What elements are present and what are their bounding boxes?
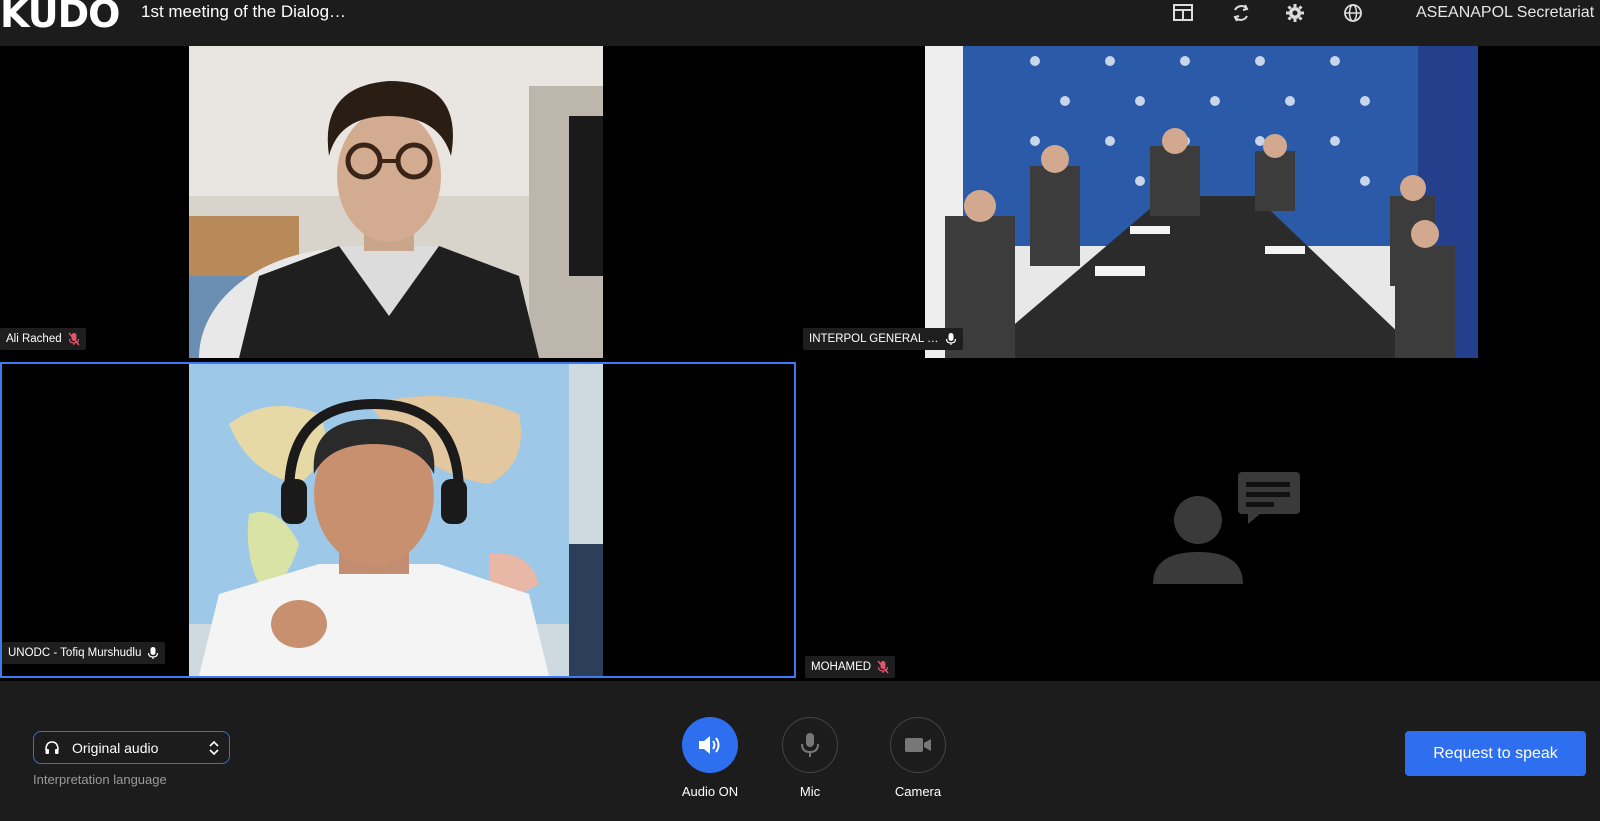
participant-name-tag: Ali Rached — [0, 328, 86, 350]
participant-name: Ali Rached — [6, 333, 62, 345]
kudo-logo: KUDO — [0, 0, 120, 36]
meeting-title: 1st meeting of the Dialog… — [141, 2, 347, 21]
refresh-icon[interactable] — [1230, 2, 1252, 24]
avatar-placeholder-icon — [1153, 472, 1300, 584]
participant-name: INTERPOL GENERAL … — [809, 333, 939, 345]
microphone-icon — [801, 733, 819, 757]
mic-icon — [148, 647, 159, 659]
participant-video — [189, 364, 603, 676]
mic-muted-icon — [68, 332, 80, 346]
headphones-icon — [45, 740, 59, 754]
audio-channel-value: Original audio — [72, 739, 159, 756]
participant-video — [189, 46, 603, 358]
mic-toggle-button[interactable] — [782, 717, 838, 773]
camera-icon — [905, 738, 931, 752]
video-tile-interpol[interactable]: INTERPOL GENERAL … — [800, 46, 1600, 358]
camera-toggle-label: Camera — [894, 784, 942, 799]
participant-name: MOHAMED — [811, 661, 872, 673]
audio-toggle-button[interactable] — [682, 717, 738, 773]
participant-name-tag: INTERPOL GENERAL … — [803, 328, 963, 350]
speaker-icon — [699, 736, 720, 754]
participant-name-tag: MOHAMED — [805, 656, 896, 678]
gear-icon[interactable] — [1284, 2, 1306, 24]
audio-toggle-label: Audio ON — [681, 784, 739, 799]
video-tile-mohamed[interactable]: MOHAMED — [800, 362, 1600, 678]
video-tile-unodc[interactable]: UNODC - Tofiq Murshudlu — [0, 362, 796, 678]
participant-name: UNODC - Tofiq Murshudlu — [8, 647, 142, 659]
participant-name-tag: UNODC - Tofiq Murshudlu — [2, 642, 166, 664]
video-tile-ali-rached[interactable]: Ali Rached — [0, 46, 796, 358]
interpretation-language-label: Interpretation language — [33, 772, 167, 787]
audio-channel-select[interactable]: Original audio — [33, 731, 230, 764]
mic-icon — [945, 333, 956, 345]
globe-icon[interactable] — [1342, 2, 1364, 24]
top-bar: KUDO 1st meeting of the Dialog… ASEANAPO… — [0, 0, 1600, 46]
participant-video — [925, 46, 1478, 358]
chevron-up-down-icon — [209, 740, 219, 755]
layout-icon[interactable] — [1172, 2, 1194, 24]
mic-toggle-label: Mic — [799, 784, 821, 799]
camera-toggle-button[interactable] — [890, 717, 946, 773]
account-name[interactable]: ASEANAPOL Secretariat — [1416, 4, 1594, 22]
request-to-speak-button[interactable]: Request to speak — [1405, 731, 1586, 776]
mic-muted-icon — [877, 660, 889, 674]
